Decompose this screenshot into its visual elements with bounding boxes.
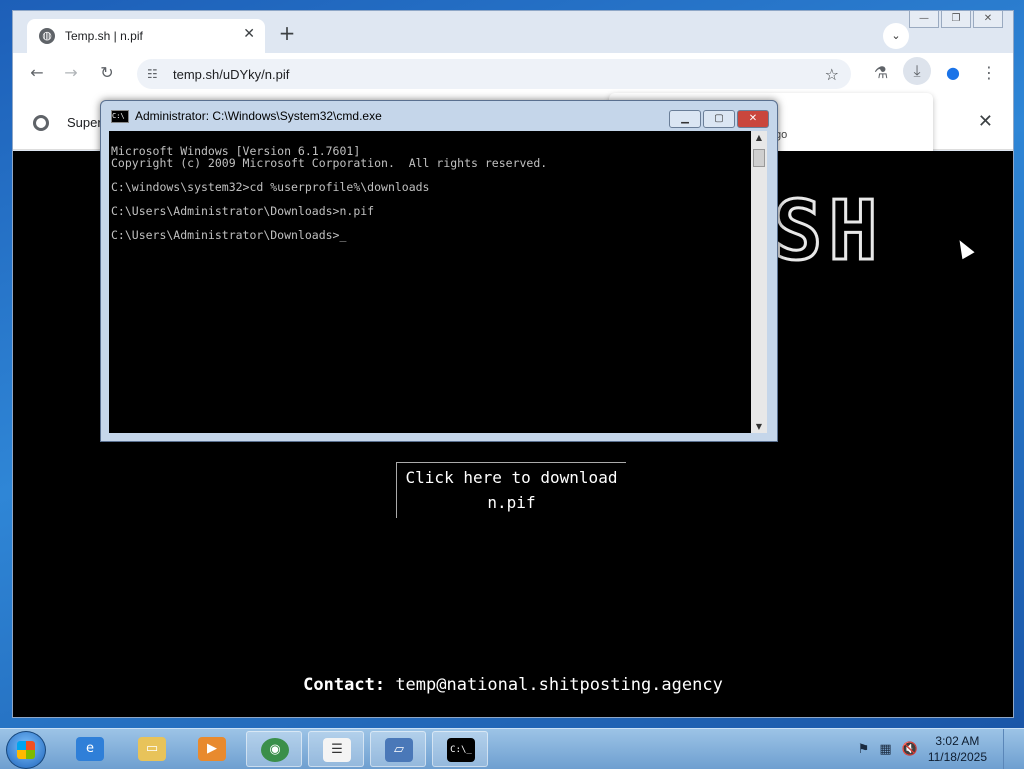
chrome-logo-icon: [33, 115, 49, 131]
scroll-down-icon[interactable]: ▼: [751, 422, 767, 431]
tab-close-icon[interactable]: ✕: [243, 26, 255, 42]
new-tab-button[interactable]: +: [277, 21, 297, 45]
network-icon[interactable]: ▦: [879, 742, 891, 757]
bookmark-star-icon[interactable]: ☆: [825, 65, 839, 84]
cmd-title: Administrator: C:\Windows\System32\cmd.e…: [135, 109, 382, 123]
task-list-icon: ☰: [323, 738, 351, 762]
browser-window-controls: — ❐ ✕: [907, 11, 1003, 28]
tab-title: Temp.sh | n.pif: [65, 29, 143, 43]
mouse-cursor-icon: [953, 236, 975, 260]
taskbar: e ▭ ▶ ◉ ☰ ▱ C:\_ ⚑ ▦ 🔇 3:02 AM 11/18/202…: [0, 728, 1024, 769]
scroll-up-icon[interactable]: ▲: [751, 133, 767, 142]
taskbar-cmd[interactable]: C:\_: [432, 731, 488, 767]
scroll-thumb[interactable]: [753, 149, 765, 167]
back-arrow-icon[interactable]: ←: [27, 63, 47, 82]
console-line: C:\Users\Administrator\Downloads>n.pif: [111, 204, 375, 218]
cmd-console[interactable]: Microsoft Windows [Version 6.1.7601] Copy…: [109, 131, 751, 433]
menu-kebab-icon[interactable]: ⋮: [979, 63, 999, 82]
taskbar-window[interactable]: ▱: [370, 731, 426, 767]
cmd-minimize-button[interactable]: ▁: [669, 110, 701, 128]
clock-time: 3:02 AM: [935, 734, 980, 748]
cmd-window: C:\ Administrator: C:\Windows\System32\c…: [100, 100, 778, 442]
cmd-window-icon: C:\: [111, 109, 129, 123]
tab-search-chevron-icon[interactable]: ⌄: [883, 23, 909, 49]
labs-flask-icon[interactable]: ⚗: [871, 63, 891, 82]
action-center-flag-icon[interactable]: ⚑: [858, 742, 870, 757]
download-link-filename: n.pif: [487, 493, 536, 512]
download-icon[interactable]: ⤓: [903, 57, 931, 85]
contact-label: Contact:: [303, 675, 386, 695]
console-line: C:\windows\system32>cd %userprofile%\dow…: [111, 180, 430, 194]
site-info-icon[interactable]: ☷: [147, 67, 165, 81]
volume-muted-icon[interactable]: 🔇: [902, 742, 918, 757]
download-link-line1: Click here to download: [405, 468, 618, 487]
address-url: temp.sh/uDYky/n.pif: [173, 66, 290, 82]
site-logo: SH: [772, 184, 884, 279]
media-player-icon: ▶: [198, 737, 226, 761]
cmd-close-button[interactable]: ✕: [737, 110, 769, 128]
tab-temp-sh[interactable]: ◍ Temp.sh | n.pif ✕: [27, 19, 265, 53]
start-button[interactable]: [6, 731, 46, 769]
cmd-titlebar[interactable]: C:\ Administrator: C:\Windows\System32\c…: [101, 101, 777, 131]
taskbar-media-player[interactable]: ▶: [184, 731, 240, 767]
taskbar-task-list[interactable]: ☰: [308, 731, 364, 767]
windows-logo-icon: [17, 741, 35, 759]
system-tray: ⚑ ▦ 🔇 3:02 AM 11/18/2025: [858, 729, 1014, 769]
forward-arrow-icon[interactable]: →: [61, 63, 81, 82]
info-bar-text: Super: [67, 115, 102, 130]
contact-email[interactable]: temp@national.shitposting.agency: [395, 675, 723, 695]
chrome-icon: ◉: [261, 738, 289, 762]
window-icon: ▱: [385, 738, 413, 762]
globe-icon: ◍: [39, 28, 55, 44]
download-link[interactable]: Click here to download n.pif: [396, 462, 626, 518]
browser-toolbar: ← → ↻ ☷ temp.sh/uDYky/n.pif ☆ ⚗ ⤓ ● ⋮: [13, 53, 1013, 93]
contact-line: Contact: temp@national.shitposting.agenc…: [13, 675, 1013, 695]
address-bar[interactable]: ☷ temp.sh/uDYky/n.pif ☆: [137, 59, 851, 89]
profile-avatar-icon[interactable]: ●: [943, 63, 963, 82]
taskbar-chrome[interactable]: ◉: [246, 731, 302, 767]
maximize-button[interactable]: ❐: [941, 11, 971, 28]
taskbar-ie[interactable]: e: [62, 731, 118, 767]
close-button[interactable]: ✕: [973, 11, 1003, 28]
minimize-button[interactable]: —: [909, 11, 939, 28]
clock[interactable]: 3:02 AM 11/18/2025: [928, 733, 987, 765]
ie-icon: e: [76, 737, 104, 761]
taskbar-explorer[interactable]: ▭: [124, 731, 180, 767]
console-line: Copyright (c) 2009 Microsoft Corporation…: [111, 156, 548, 170]
cmd-scrollbar[interactable]: ▲ ▼: [751, 131, 767, 433]
info-bar-close-icon[interactable]: ✕: [978, 111, 993, 132]
cmd-icon: C:\_: [447, 738, 475, 762]
cmd-maximize-button[interactable]: ▢: [703, 110, 735, 128]
reload-icon[interactable]: ↻: [97, 63, 117, 82]
tab-strip: ◍ Temp.sh | n.pif ✕ + ⌄ — ❐ ✕: [13, 11, 1013, 53]
clock-date: 11/18/2025: [927, 750, 987, 764]
explorer-icon: ▭: [138, 737, 166, 761]
show-desktop-button[interactable]: [1003, 729, 1014, 769]
console-prompt-line: C:\Users\Administrator\Downloads>_: [111, 228, 347, 242]
